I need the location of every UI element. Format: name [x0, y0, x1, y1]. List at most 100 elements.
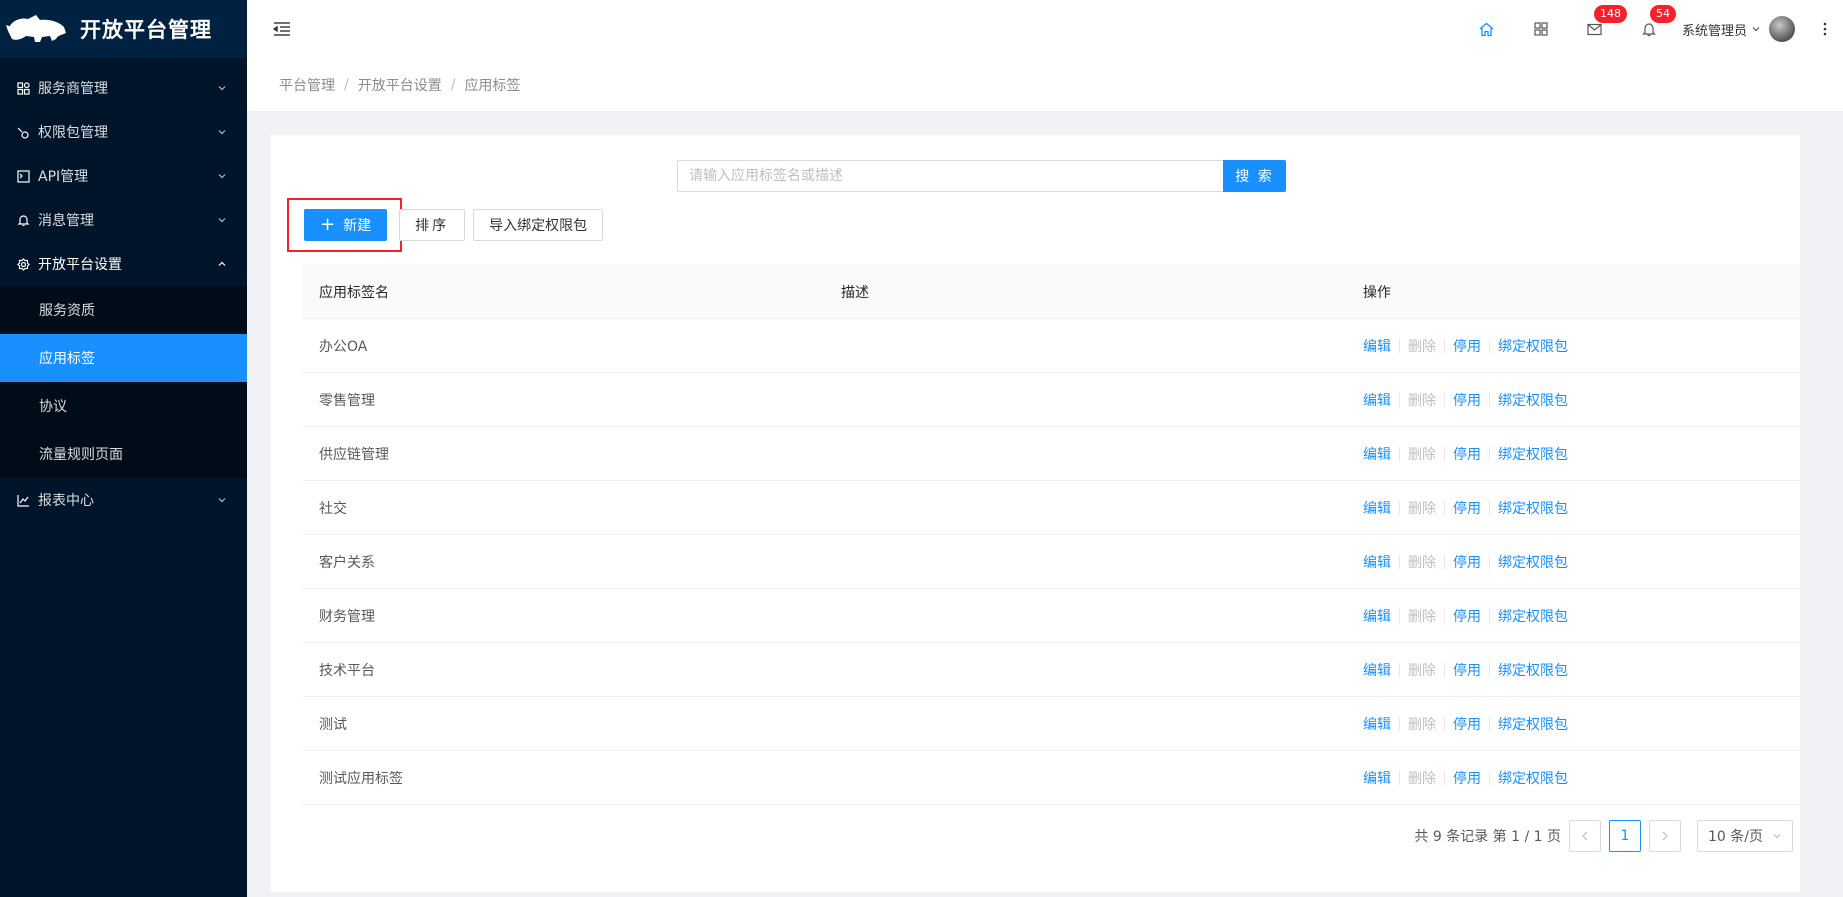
- cell-actions: 编辑 删除 停用 绑定权限包: [1347, 714, 1800, 734]
- edit-link[interactable]: 编辑: [1363, 498, 1391, 518]
- cell-actions: 编辑 删除 停用 绑定权限包: [1347, 552, 1800, 572]
- appstore-icon: [16, 81, 30, 95]
- header-actions: 148 54 系统管理员: [1460, 0, 1843, 58]
- menu-item-message[interactable]: 消息管理: [0, 198, 247, 242]
- mail-icon[interactable]: 148: [1568, 0, 1627, 58]
- bind-permission-link[interactable]: 绑定权限包: [1498, 714, 1568, 734]
- disable-link[interactable]: 停用: [1453, 498, 1481, 518]
- api-link-icon: [16, 125, 30, 139]
- bind-permission-link[interactable]: 绑定权限包: [1498, 444, 1568, 464]
- bell-icon[interactable]: 54: [1622, 0, 1676, 58]
- table-row: 办公OA 编辑 删除 停用 绑定权限包: [303, 319, 1800, 373]
- sidebar-item-traffic-rules[interactable]: 流量规则页面: [0, 430, 247, 478]
- menu-item-api[interactable]: API管理: [0, 154, 247, 198]
- disable-link[interactable]: 停用: [1453, 660, 1481, 680]
- chevron-right-icon: [1662, 831, 1668, 841]
- pagination-summary: 共 9 条记录 第 1 / 1 页: [1414, 829, 1561, 845]
- table-row: 测试应用标签 编辑 删除 停用 绑定权限包: [303, 751, 1800, 805]
- menu-item-provider[interactable]: 服务商管理: [0, 66, 247, 110]
- page-size-select[interactable]: 10 条/页: [1697, 820, 1793, 852]
- breadcrumb-item[interactable]: 开放平台设置: [358, 75, 442, 95]
- delete-link[interactable]: 删除: [1408, 498, 1436, 518]
- delete-link[interactable]: 删除: [1408, 714, 1436, 734]
- more-vertical-icon[interactable]: [1807, 0, 1843, 58]
- divider: [1399, 770, 1400, 785]
- bind-permission-link[interactable]: 绑定权限包: [1498, 660, 1568, 680]
- disable-link[interactable]: 停用: [1453, 768, 1481, 788]
- next-page-button[interactable]: [1649, 820, 1681, 852]
- edit-link[interactable]: 编辑: [1363, 660, 1391, 680]
- divider: [1444, 392, 1445, 407]
- prev-page-button[interactable]: [1569, 820, 1601, 852]
- bind-permission-link[interactable]: 绑定权限包: [1498, 768, 1568, 788]
- edit-link[interactable]: 编辑: [1363, 444, 1391, 464]
- sidebar-item-qualification[interactable]: 服务资质: [0, 286, 247, 334]
- chevron-up-icon: [218, 261, 226, 266]
- import-bind-button[interactable]: 导入绑定权限包: [473, 209, 604, 241]
- user-menu[interactable]: 系统管理员: [1676, 0, 1807, 58]
- home-icon[interactable]: [1460, 0, 1514, 58]
- delete-link[interactable]: 删除: [1408, 660, 1436, 680]
- sidebar-item-agreement[interactable]: 协议: [0, 382, 247, 430]
- divider: [1444, 608, 1445, 623]
- delete-link[interactable]: 删除: [1408, 606, 1436, 626]
- divider: [1489, 770, 1490, 785]
- edit-link[interactable]: 编辑: [1363, 336, 1391, 356]
- edit-link[interactable]: 编辑: [1363, 606, 1391, 626]
- edit-link[interactable]: 编辑: [1363, 714, 1391, 734]
- cell-tag-name: 办公OA: [319, 338, 368, 355]
- search-input[interactable]: [677, 160, 1223, 192]
- sidebar: 开放平台管理 服务商管理 权限包管理 API管理 消息管理 开放平台设置 服务资…: [0, 0, 247, 897]
- disable-link[interactable]: 停用: [1453, 390, 1481, 410]
- disable-link[interactable]: 停用: [1453, 606, 1481, 626]
- menu-item-permission-pack[interactable]: 权限包管理: [0, 110, 247, 154]
- app-title: 开放平台管理: [80, 18, 212, 42]
- page-size-value: 10 条/页: [1708, 829, 1763, 845]
- breadcrumb-current: 应用标签: [464, 77, 521, 94]
- top-header: 148 54 系统管理员: [247, 0, 1843, 58]
- delete-link[interactable]: 删除: [1408, 768, 1436, 788]
- cell-tag-name: 测试应用标签: [319, 770, 403, 787]
- bind-permission-link[interactable]: 绑定权限包: [1498, 606, 1568, 626]
- bind-permission-link[interactable]: 绑定权限包: [1498, 498, 1568, 518]
- bind-permission-link[interactable]: 绑定权限包: [1498, 390, 1568, 410]
- menu-item-reports[interactable]: 报表中心: [0, 478, 247, 522]
- divider: [1444, 338, 1445, 353]
- disable-link[interactable]: 停用: [1453, 336, 1481, 356]
- search-button[interactable]: 搜 索: [1223, 160, 1286, 192]
- divider: [1444, 554, 1445, 569]
- cell-tag-name: 技术平台: [319, 662, 375, 679]
- chevron-down-icon: [218, 86, 226, 91]
- cell-actions: 编辑 删除 停用 绑定权限包: [1347, 768, 1800, 788]
- edit-link[interactable]: 编辑: [1363, 390, 1391, 410]
- disable-link[interactable]: 停用: [1453, 552, 1481, 572]
- sidebar-item-app-tags[interactable]: 应用标签: [0, 334, 247, 382]
- appstore-grid-icon[interactable]: [1514, 0, 1568, 58]
- breadcrumb-separator: /: [450, 76, 456, 93]
- bind-permission-link[interactable]: 绑定权限包: [1498, 336, 1568, 356]
- cell-actions: 编辑 删除 停用 绑定权限包: [1347, 498, 1800, 518]
- edit-link[interactable]: 编辑: [1363, 552, 1391, 572]
- menu-item-platform-settings[interactable]: 开放平台设置: [0, 242, 247, 286]
- table-row: 供应链管理 编辑 删除 停用 绑定权限包: [303, 427, 1800, 481]
- divider: [1489, 392, 1490, 407]
- delete-link[interactable]: 删除: [1408, 552, 1436, 572]
- cell-actions: 编辑 删除 停用 绑定权限包: [1347, 336, 1800, 356]
- breadcrumb-item[interactable]: 平台管理: [279, 75, 335, 95]
- menu-fold-icon[interactable]: [272, 19, 292, 39]
- page-button[interactable]: 1: [1609, 820, 1641, 852]
- table-header: 应用标签名 描述 操作: [303, 265, 1800, 319]
- divider: [1399, 500, 1400, 515]
- sort-button[interactable]: 排序: [399, 209, 466, 241]
- disable-link[interactable]: 停用: [1453, 444, 1481, 464]
- delete-link[interactable]: 删除: [1408, 336, 1436, 356]
- edit-link[interactable]: 编辑: [1363, 768, 1391, 788]
- bind-permission-link[interactable]: 绑定权限包: [1498, 552, 1568, 572]
- divider: [1489, 338, 1490, 353]
- new-button[interactable]: + 新建: [304, 209, 388, 241]
- search-bar: 搜 索: [677, 160, 1286, 192]
- table-row: 社交 编辑 删除 停用 绑定权限包: [303, 481, 1800, 535]
- delete-link[interactable]: 删除: [1408, 444, 1436, 464]
- delete-link[interactable]: 删除: [1408, 390, 1436, 410]
- disable-link[interactable]: 停用: [1453, 714, 1481, 734]
